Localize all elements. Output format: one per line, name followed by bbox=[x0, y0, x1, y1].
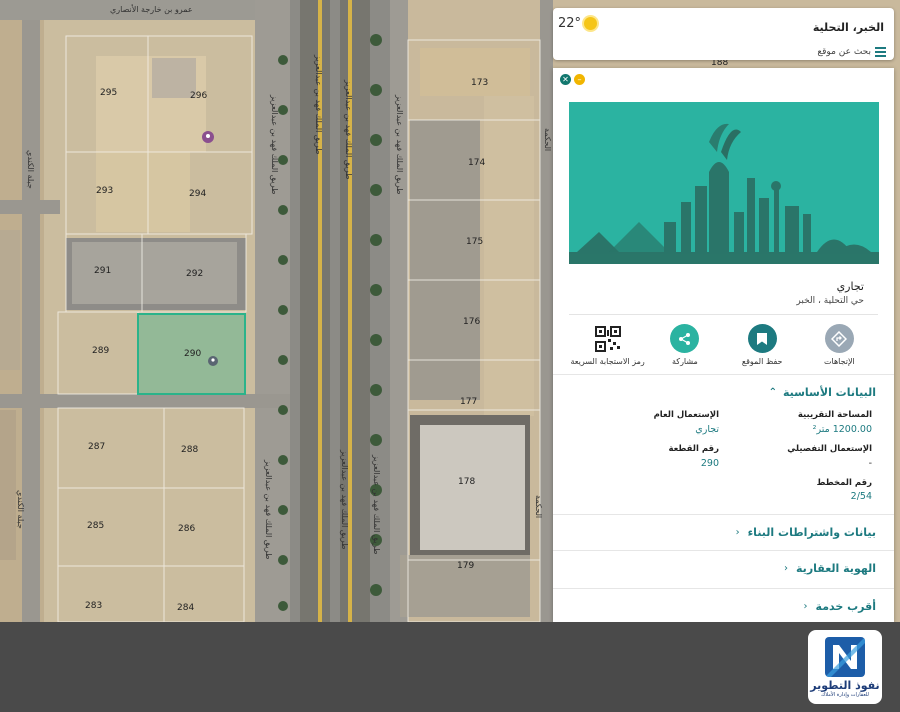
city-skyline-illustration bbox=[569, 102, 879, 264]
plot-district: حي التحلية ، الخبر bbox=[796, 296, 864, 306]
plot-number-label: رقم القطعة bbox=[668, 444, 719, 454]
road-label-side: الحكمة bbox=[534, 495, 543, 518]
nearest-service-section[interactable]: أقرب خدمة ‹ bbox=[553, 588, 894, 622]
chevron-left-icon: ‹ bbox=[803, 601, 808, 612]
plot-label: 295 bbox=[100, 88, 117, 98]
share-label: مشاركة bbox=[671, 357, 698, 366]
plot-label: 293 bbox=[96, 186, 113, 196]
qr-code-icon bbox=[593, 324, 622, 353]
road-label-top: عمرو بن خارجة الأنصاري bbox=[110, 4, 193, 14]
location-title: الخبر، التحلية bbox=[812, 21, 884, 34]
road-label-king-fahd: طريق الملك فهد بن عبدالعزيز bbox=[270, 94, 279, 195]
real-estate-id-title: الهوية العقارية bbox=[796, 562, 876, 575]
plot-label: 294 bbox=[189, 189, 206, 199]
share-icon bbox=[670, 324, 700, 353]
logo-mark-icon bbox=[825, 636, 865, 677]
general-use-label: الإستعمال العام bbox=[653, 410, 719, 420]
real-estate-id-section[interactable]: الهوية العقارية ‹ bbox=[553, 550, 894, 586]
plot-label: 292 bbox=[186, 269, 203, 279]
road-label-king-fahd: طريق الملك فهد بن عبدالعزيز bbox=[314, 54, 323, 155]
map-pin-icon[interactable] bbox=[202, 131, 214, 143]
chevron-left-icon: ‹ bbox=[735, 527, 740, 538]
approx-area-value: 1200.00 متر² bbox=[812, 424, 872, 435]
plot-label: 286 bbox=[178, 524, 195, 534]
road-label-king-fahd: طريق الملك فهد بن عبدالعزيز bbox=[395, 94, 404, 195]
directions-button[interactable]: الإتجاهات bbox=[801, 324, 878, 368]
plot-label: 284 bbox=[177, 603, 194, 613]
plot-label: 174 bbox=[468, 158, 485, 168]
plot-number-value: 290 bbox=[700, 458, 719, 469]
plot-label: 296 bbox=[190, 91, 207, 101]
share-button[interactable]: مشاركة bbox=[646, 324, 723, 368]
plot-label: 289 bbox=[92, 346, 109, 356]
plot-type: تجاري bbox=[836, 280, 864, 293]
qr-code-label: رمز الاستجابة السريعة bbox=[570, 357, 645, 366]
plot-label: 173 bbox=[471, 78, 488, 88]
search-location-button[interactable]: بحث عن موقع bbox=[817, 47, 886, 57]
search-location-label: بحث عن موقع bbox=[817, 47, 871, 57]
close-icon[interactable]: ✕ bbox=[560, 74, 571, 85]
bottom-bar bbox=[0, 622, 900, 712]
general-use-value: تجاري bbox=[695, 424, 719, 435]
road-label-king-fahd: طريق الملك فهد بن عبدالعزيز bbox=[344, 79, 353, 180]
sun-icon bbox=[584, 17, 598, 30]
logo-tagline: للعقارات وإدارة الأملاك bbox=[821, 691, 869, 698]
menu-icon[interactable] bbox=[875, 47, 886, 57]
plot-label: 288 bbox=[181, 445, 198, 455]
minimize-icon[interactable]: – bbox=[574, 74, 585, 85]
location-header-card: الخبر، التحلية بحث عن موقع 22° bbox=[553, 8, 894, 60]
road-label-king-fahd: طريق الملك فهد بن عبدالعزيز bbox=[340, 449, 349, 550]
chevron-up-icon: ⌃ bbox=[768, 387, 777, 398]
directions-icon bbox=[824, 324, 854, 353]
save-location-button[interactable]: حفظ الموقع bbox=[724, 324, 801, 368]
road-label-king-fahd: طريق الملك فهد بن عبدالعزيز bbox=[264, 459, 273, 560]
location-marker-icon[interactable] bbox=[208, 356, 218, 366]
plan-number-value: 2/54 bbox=[850, 491, 872, 502]
basic-data-title: البيانات الأساسية bbox=[782, 386, 876, 399]
plot-label: 178 bbox=[458, 477, 475, 487]
save-location-label: حفظ الموقع bbox=[741, 357, 783, 366]
plot-label: 287 bbox=[88, 442, 105, 452]
company-logo: نفوذ التطوير للعقارات وإدارة الأملاك bbox=[808, 630, 882, 704]
building-requirements-title: بيانات واشتراطات البناء bbox=[747, 526, 876, 539]
divider bbox=[569, 314, 878, 315]
directions-label: الإتجاهات bbox=[823, 357, 855, 366]
basic-data-section-toggle[interactable]: البيانات الأساسية ⌃ bbox=[769, 386, 876, 399]
plot-label: 176 bbox=[463, 317, 480, 327]
plot-label: 175 bbox=[466, 237, 483, 247]
actions-bar: الإتجاهات حفظ الموقع مشاركة رمز الاستجاب… bbox=[569, 324, 878, 368]
plot-details-panel: ✕ – تجاري حي التحلية ، الخبر الإتجاهات ح… bbox=[553, 68, 894, 622]
road-label-side: جبلة الكندي bbox=[26, 150, 35, 189]
divider bbox=[553, 374, 894, 375]
plot-label: 290 bbox=[184, 349, 201, 359]
plot-label: 179 bbox=[457, 561, 474, 571]
approx-area-label: المساحة التقريبية bbox=[797, 410, 872, 420]
bookmark-icon bbox=[747, 324, 777, 353]
road-label-king-fahd: طريق الملك فهد بن عبدالعزيز bbox=[372, 454, 381, 555]
plot-label: 285 bbox=[87, 521, 104, 531]
plot-label: 177 bbox=[460, 397, 477, 407]
plot-label: 291 bbox=[94, 266, 111, 276]
detailed-use-label: الإستعمال التفصيلي bbox=[787, 444, 872, 454]
road-label-side: جبلة الكندي bbox=[16, 490, 25, 529]
road-label-side: الحكمة bbox=[543, 128, 552, 151]
chevron-left-icon: ‹ bbox=[784, 563, 789, 574]
building-requirements-section[interactable]: بيانات واشتراطات البناء ‹ bbox=[553, 514, 894, 550]
temperature: 22° bbox=[558, 16, 582, 31]
plan-number-label: رقم المخطط bbox=[816, 478, 872, 488]
detailed-use-value: - bbox=[868, 458, 872, 469]
logo-name: نفوذ التطوير bbox=[810, 678, 880, 692]
qr-code-button[interactable]: رمز الاستجابة السريعة bbox=[569, 324, 646, 368]
weather-widget: 22° bbox=[558, 16, 598, 31]
plot-label: 283 bbox=[85, 601, 102, 611]
nearest-service-title: أقرب خدمة bbox=[815, 600, 876, 613]
